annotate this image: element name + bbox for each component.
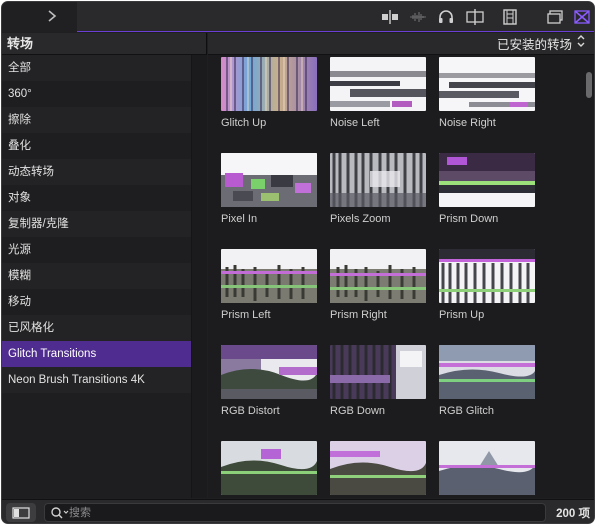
transition-name: Prism Right bbox=[330, 309, 387, 321]
transition-thumbnail bbox=[221, 57, 317, 111]
sidebar-item-all[interactable]: 全部 bbox=[2, 55, 191, 81]
browser-window-icon[interactable] bbox=[544, 8, 566, 26]
transition-item[interactable]: Prism Right bbox=[330, 249, 426, 321]
transition-name: Prism Left bbox=[221, 309, 271, 321]
transitions-content: 已安装的转场 Glitch Up Noise Left Noise Right … bbox=[208, 33, 594, 498]
sidebar-item-movements[interactable]: 动态转场 bbox=[2, 159, 191, 185]
clip-appearance-icon[interactable] bbox=[379, 8, 401, 26]
transition-name: Noise Right bbox=[439, 117, 496, 129]
transition-item[interactable]: Prism Left bbox=[221, 249, 317, 321]
transition-item[interactable]: RGB Glitch bbox=[439, 345, 535, 417]
sidebar-item-move[interactable]: 移动 bbox=[2, 289, 191, 315]
transition-name: RGB Distort bbox=[221, 405, 280, 417]
transition-item[interactable] bbox=[221, 441, 317, 498]
sidebar-item-lights[interactable]: 光源 bbox=[2, 237, 191, 263]
search-icon bbox=[51, 507, 69, 519]
transition-name: Prism Up bbox=[439, 309, 485, 321]
transition-item[interactable]: Prism Up bbox=[439, 249, 535, 321]
skimming-icon[interactable] bbox=[464, 8, 486, 26]
sidebar-item-wipes[interactable]: 擦除 bbox=[2, 107, 191, 133]
transition-name: Glitch Up bbox=[221, 117, 267, 129]
transition-item[interactable]: Pixel In bbox=[221, 153, 317, 225]
search-field[interactable] bbox=[44, 503, 546, 522]
filmstrip-icon[interactable] bbox=[499, 8, 521, 26]
transition-name: Prism Down bbox=[439, 213, 499, 225]
transition-thumbnail bbox=[221, 441, 317, 495]
transition-thumbnail bbox=[330, 153, 426, 207]
search-input[interactable] bbox=[69, 504, 539, 521]
transition-thumbnail bbox=[439, 57, 535, 111]
sidebar-item-neon-brush-transitions[interactable]: Neon Brush Transitions 4K bbox=[2, 367, 191, 393]
forward-chevron-icon[interactable] bbox=[45, 7, 59, 25]
sidebar-item-replicator-clones[interactable]: 复制器/克隆 bbox=[2, 211, 191, 237]
transition-name: RGB Down bbox=[330, 405, 386, 417]
headphones-icon[interactable] bbox=[435, 8, 457, 26]
sidebar-title: 转场 bbox=[2, 33, 206, 55]
item-count: 200 项 bbox=[556, 508, 590, 520]
transition-item[interactable] bbox=[330, 441, 426, 498]
transition-item[interactable]: Glitch Up bbox=[221, 57, 317, 129]
sidebar-toggle-button[interactable] bbox=[6, 503, 36, 522]
toolbar-nav-area bbox=[2, 2, 77, 32]
transition-thumbnail bbox=[439, 249, 535, 303]
transition-thumbnail bbox=[439, 345, 535, 399]
sidebar-icon bbox=[12, 506, 30, 519]
transitions-browser-window: 转场 全部 360° 擦除 叠化 动态转场 对象 复制器/克隆 光源 模糊 移动… bbox=[1, 1, 595, 524]
updown-chevron-icon bbox=[576, 34, 586, 53]
transition-item[interactable]: RGB Down bbox=[330, 345, 426, 417]
filter-popup[interactable]: 已安装的转场 bbox=[208, 33, 594, 55]
category-list: 全部 360° 擦除 叠化 动态转场 对象 复制器/克隆 光源 模糊 移动 已风… bbox=[2, 55, 191, 393]
transition-name: Noise Left bbox=[330, 117, 380, 129]
transition-name: Pixels Zoom bbox=[330, 213, 391, 225]
transition-thumbnail bbox=[439, 441, 535, 495]
transition-name: Pixel In bbox=[221, 213, 258, 225]
transition-item[interactable]: Pixels Zoom bbox=[330, 153, 426, 225]
transition-thumbnail bbox=[330, 57, 426, 111]
sidebar-item-dissolves[interactable]: 叠化 bbox=[2, 133, 191, 159]
transition-item[interactable]: Prism Down bbox=[439, 153, 535, 225]
transition-thumbnail bbox=[221, 153, 317, 207]
category-sidebar: 转场 全部 360° 擦除 叠化 动态转场 对象 复制器/克隆 光源 模糊 移动… bbox=[2, 33, 207, 498]
transitions-grid: Glitch Up Noise Left Noise Right Pixel I… bbox=[208, 55, 580, 498]
transition-thumbnail bbox=[439, 153, 535, 207]
sidebar-item-360[interactable]: 360° bbox=[2, 81, 191, 107]
transition-thumbnail bbox=[221, 249, 317, 303]
transition-item[interactable]: Noise Left bbox=[330, 57, 426, 129]
transition-item[interactable]: RGB Distort bbox=[221, 345, 317, 417]
sidebar-item-glitch-transitions[interactable]: Glitch Transitions bbox=[2, 341, 191, 367]
transition-item[interactable] bbox=[439, 441, 535, 498]
transition-name: RGB Glitch bbox=[439, 405, 495, 417]
transition-thumbnail bbox=[330, 249, 426, 303]
filter-label: 已安装的转场 bbox=[496, 38, 572, 52]
scrollbar-thumb[interactable] bbox=[586, 72, 592, 98]
content-scrollbar[interactable] bbox=[582, 55, 594, 498]
transition-thumbnail bbox=[330, 441, 426, 495]
sidebar-item-objects[interactable]: 对象 bbox=[2, 185, 191, 211]
transition-thumbnail bbox=[330, 345, 426, 399]
audio-waveform-icon[interactable] bbox=[407, 8, 429, 26]
sidebar-item-stylized[interactable]: 已风格化 bbox=[2, 315, 191, 341]
sidebar-gutter bbox=[191, 55, 207, 498]
transition-item[interactable]: Noise Right bbox=[439, 57, 535, 129]
sidebar-item-blurs[interactable]: 模糊 bbox=[2, 263, 191, 289]
bottom-bar: 200 项 bbox=[2, 499, 594, 523]
transitions-icon[interactable] bbox=[571, 8, 593, 26]
transition-thumbnail bbox=[221, 345, 317, 399]
toolbar bbox=[2, 2, 594, 32]
